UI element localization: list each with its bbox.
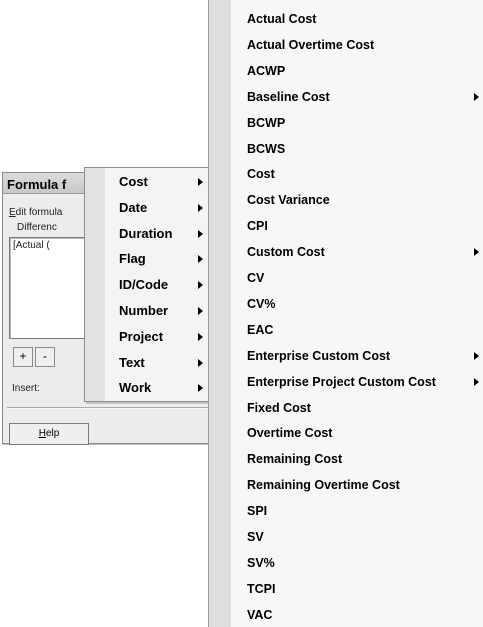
menu-item-label: EAC xyxy=(247,322,274,337)
screen: Formula f Edit formula Differenc [Actual… xyxy=(0,0,483,627)
cost-fields-menu: Actual Cost Actual Overtime Cost ACWP Basel… xyxy=(208,0,483,627)
edit-formula-label: Edit formula xyxy=(9,207,62,218)
menu-item-label: CV xyxy=(247,271,265,285)
cost-field-enterprise-custom-cost[interactable]: Enterprise Custom Cost xyxy=(231,344,483,368)
menu-item-label: Cost xyxy=(119,174,148,189)
cost-field-overtime-cost[interactable]: Overtime Cost xyxy=(231,421,483,445)
cost-field-cv-pct[interactable]: CV% xyxy=(231,292,483,316)
help-mnemonic: H xyxy=(38,428,46,439)
cost-field-bcws[interactable]: BCWS xyxy=(231,137,483,161)
cost-field-sv[interactable]: SV xyxy=(231,525,483,549)
menu-item-id-code[interactable]: ID/Code xyxy=(105,272,209,298)
menu-item-work[interactable]: Work xyxy=(105,375,209,401)
cost-field-spi[interactable]: SPI xyxy=(231,499,483,523)
menu-item-label: TCPI xyxy=(247,581,276,596)
submenu-arrow-icon xyxy=(198,178,203,186)
menu-icon-strip xyxy=(85,168,105,401)
dialog-separator xyxy=(7,407,219,409)
menu-item-label: Actual Cost xyxy=(247,12,317,26)
menu-item-label: CV% xyxy=(247,296,276,311)
menu-item-label: BCWS xyxy=(247,141,286,156)
menu-item-label: Number xyxy=(119,303,169,318)
submenu-arrow-icon xyxy=(198,307,203,315)
menu-item-label: SV xyxy=(247,530,264,544)
menu-item-label: Fixed Cost xyxy=(247,400,311,415)
cost-field-remaining-overtime-cost[interactable]: Remaining Overtime Cost xyxy=(231,473,483,497)
help-label: elp xyxy=(45,428,60,439)
submenu-arrow-icon xyxy=(198,229,203,238)
menu-item-label: Enterprise Project Custom Cost xyxy=(247,374,436,389)
cost-field-vac[interactable]: VAC xyxy=(231,603,483,627)
edit-formula-mnemonic: E xyxy=(9,207,16,218)
field-category-menu: Cost Date Duration Flag ID/Code Number Project… xyxy=(84,167,211,402)
submenu-arrow-icon xyxy=(198,281,203,290)
menu-item-label: Remaining Overtime Cost xyxy=(247,478,400,493)
menu-item-duration[interactable]: Duration xyxy=(105,221,209,247)
cost-field-acwp[interactable]: ACWP xyxy=(231,59,483,83)
cost-field-remaining-cost[interactable]: Remaining Cost xyxy=(231,447,483,471)
submenu-arrow-icon xyxy=(474,377,479,386)
cost-field-enterprise-project-custom-cost[interactable]: Enterprise Project Custom Cost xyxy=(231,370,483,394)
menu-item-label: Remaining Cost xyxy=(247,452,343,467)
cost-field-actual-cost[interactable]: Actual Cost xyxy=(231,7,483,31)
cost-field-custom-cost[interactable]: Custom Cost xyxy=(231,240,483,264)
cost-field-tcpi[interactable]: TCPI xyxy=(231,577,483,601)
menu-item-label: Flag xyxy=(119,251,146,267)
insert-label: Insert: xyxy=(12,383,40,394)
menu-item-label: Project xyxy=(119,328,164,344)
formula-text: [Actual ( xyxy=(13,240,50,251)
edit-formula-label-text: dit formula xyxy=(15,207,63,218)
menu-item-label: Date xyxy=(119,199,148,215)
menu-item-label: Duration xyxy=(119,225,173,241)
cost-field-eac[interactable]: EAC xyxy=(231,318,483,342)
menu-item-label: Cost xyxy=(247,167,275,182)
cost-field-cost[interactable]: Cost xyxy=(231,162,483,186)
menu-item-cost[interactable]: Cost xyxy=(105,169,209,195)
cost-field-cpi[interactable]: CPI xyxy=(231,214,483,238)
menu-item-label: Text xyxy=(119,354,145,370)
minus-button[interactable]: - xyxy=(35,347,55,367)
submenu-arrow-icon xyxy=(198,255,203,264)
menu-item-number[interactable]: Number xyxy=(105,298,209,324)
menu-item-label: Actual Overtime Cost xyxy=(247,37,375,52)
menu-item-label: ID/Code xyxy=(119,277,169,293)
menu-item-label: Cost Variance xyxy=(247,193,330,208)
difference-label: Differenc xyxy=(17,222,57,233)
submenu-arrow-icon xyxy=(198,332,203,341)
dialog-title: Formula f xyxy=(7,177,67,192)
cost-field-actual-overtime-cost[interactable]: Actual Overtime Cost xyxy=(231,33,483,57)
submenu-arrow-icon xyxy=(198,384,203,393)
menu-item-label: VAC xyxy=(247,607,273,622)
cost-field-bcwp[interactable]: BCWP xyxy=(231,111,483,135)
menu-item-label: SV% xyxy=(247,555,275,570)
help-button[interactable]: Help xyxy=(9,423,89,445)
menu-item-date[interactable]: Date xyxy=(105,195,209,221)
menu-icon-strip xyxy=(209,0,231,627)
menu-item-label: ACWP xyxy=(247,63,286,78)
menu-item-label: Work xyxy=(119,380,152,396)
submenu-arrow-icon xyxy=(474,248,479,257)
cost-field-cv[interactable]: CV xyxy=(231,266,483,290)
submenu-arrow-icon xyxy=(474,351,479,360)
cost-field-baseline-cost[interactable]: Baseline Cost xyxy=(231,85,483,109)
menu-item-label: CPI xyxy=(247,219,268,234)
menu-item-label: Custom Cost xyxy=(247,245,325,260)
cost-field-cost-variance[interactable]: Cost Variance xyxy=(231,188,483,212)
cost-field-sv-pct[interactable]: SV% xyxy=(231,551,483,575)
submenu-arrow-icon xyxy=(474,92,479,101)
submenu-arrow-icon xyxy=(198,203,203,212)
menu-item-text[interactable]: Text xyxy=(105,350,209,376)
menu-item-label: Baseline Cost xyxy=(247,89,330,104)
menu-item-flag[interactable]: Flag xyxy=(105,246,209,272)
menu-item-label: Enterprise Custom Cost xyxy=(247,348,391,363)
plus-button[interactable]: + xyxy=(13,347,33,367)
cost-field-fixed-cost[interactable]: Fixed Cost xyxy=(231,396,483,420)
menu-item-label: BCWP xyxy=(247,115,286,130)
menu-item-label: SPI xyxy=(247,504,268,519)
menu-item-project[interactable]: Project xyxy=(105,324,209,350)
submenu-arrow-icon xyxy=(198,358,203,367)
menu-item-label: Overtime Cost xyxy=(247,426,333,441)
